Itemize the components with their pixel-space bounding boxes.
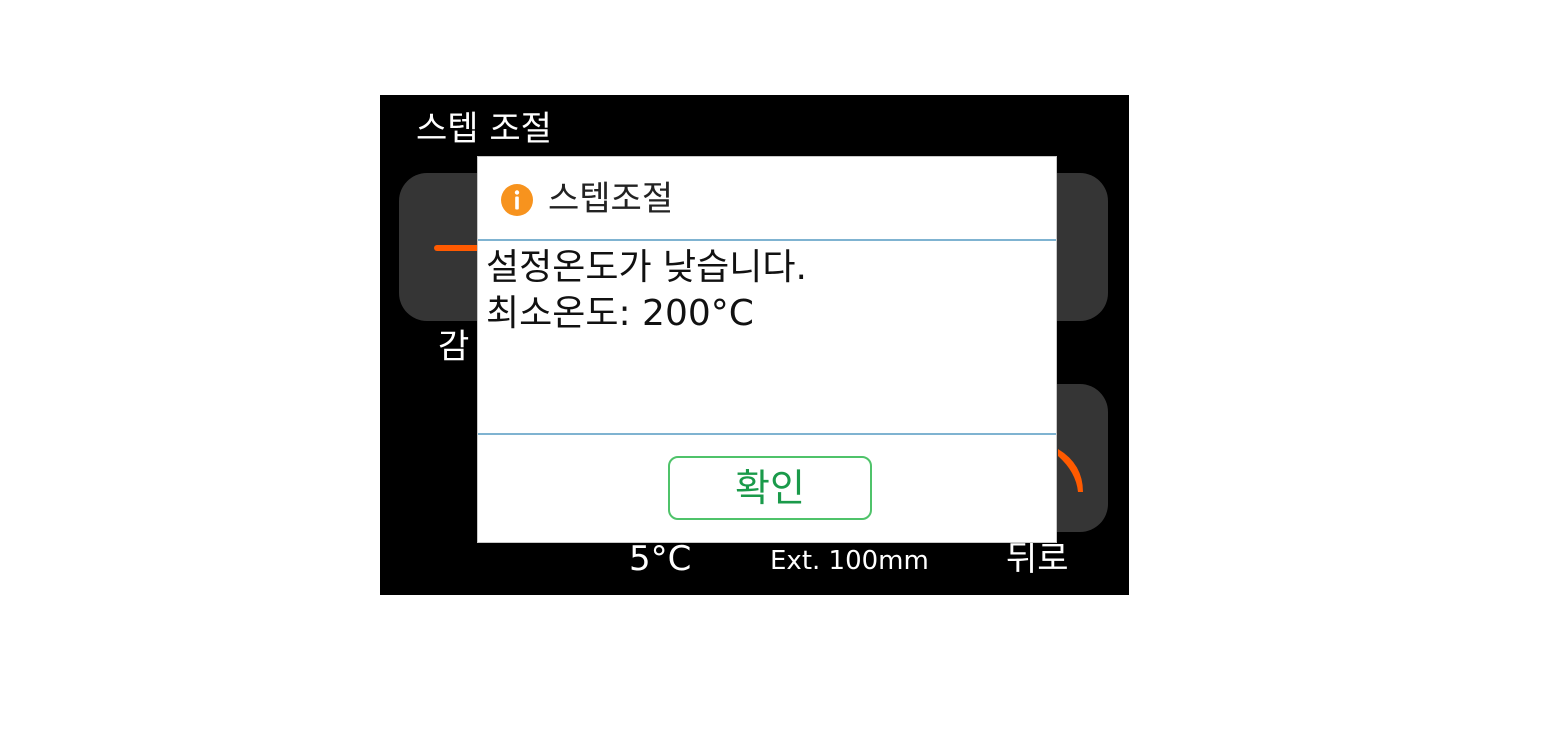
message-line: 최소온도: 200°C: [486, 293, 754, 334]
alert-dialog: 스텝조절 설정온도가 낮습니다. 최소온도: 200°C 확인: [477, 156, 1057, 543]
back-label[interactable]: 뒤로: [1006, 539, 1069, 579]
message-line: 설정온도가 낮습니다.: [486, 247, 807, 288]
dialog-footer: 확인: [478, 433, 1056, 545]
dialog-header: 스텝조절: [478, 157, 1056, 241]
temperature-readout: 5°C: [629, 539, 692, 579]
decrease-label: 감: [438, 327, 470, 367]
extrusion-readout: Ext. 100mm: [770, 546, 929, 576]
dialog-title: 스텝조절: [548, 179, 674, 219]
screen-title: 스텝 조절: [416, 109, 552, 149]
dialog-message: 설정온도가 낮습니다. 최소온도: 200°C: [486, 245, 1046, 337]
ok-button[interactable]: 확인: [668, 456, 872, 520]
info-icon: [501, 184, 533, 216]
